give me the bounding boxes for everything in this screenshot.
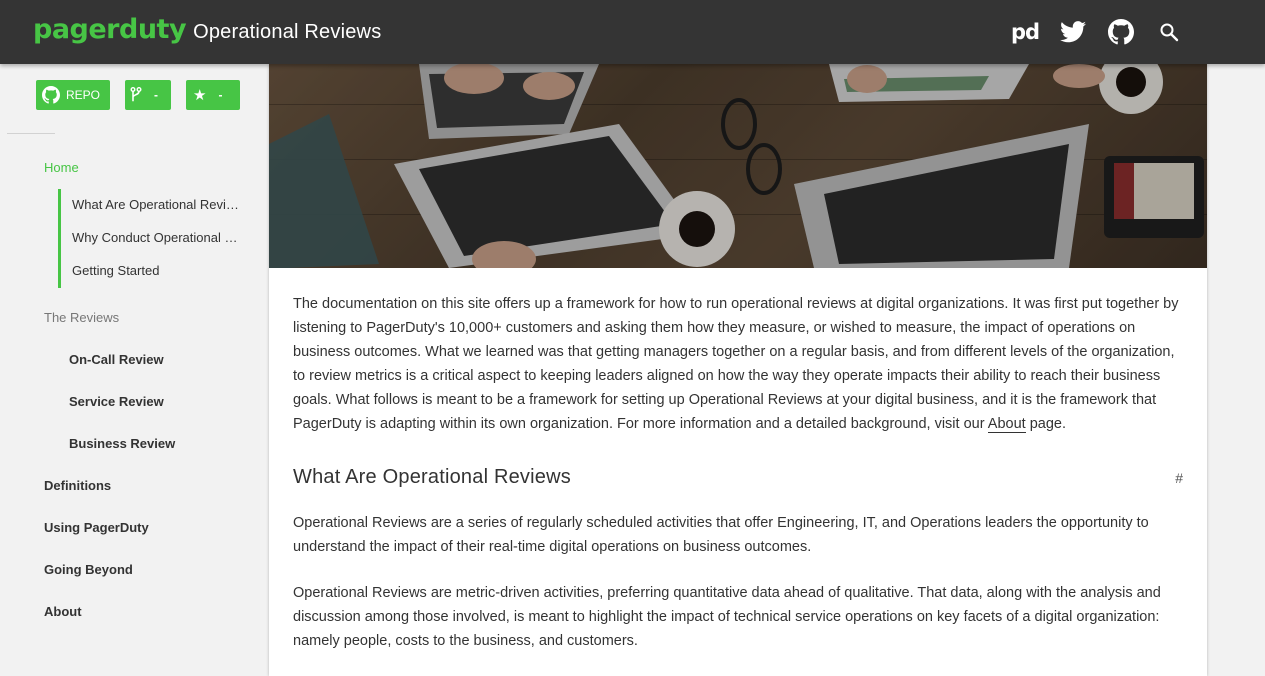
sidebar: REPO - ★ - Home What Are Operational Rev… (0, 64, 269, 676)
nav-home[interactable]: Home (44, 160, 79, 175)
section-heading-row: What Are Operational Reviews # (293, 466, 1183, 489)
star-count: - (218, 88, 223, 102)
fork-count: - (154, 88, 158, 102)
paragraph: Operational Reviews are metric-driven ac… (293, 585, 1161, 649)
nav-going-beyond[interactable]: Going Beyond (44, 562, 133, 577)
main-content: The documentation on this site offers up… (269, 64, 1207, 676)
repo-button[interactable]: REPO (36, 80, 110, 110)
github-icon (42, 86, 60, 104)
header-icons: pd (1009, 16, 1185, 48)
divider (7, 133, 55, 134)
top-bar: pagerduty Operational Reviews pd (0, 0, 1265, 64)
nav-using-pagerduty[interactable]: Using PagerDuty (44, 520, 149, 535)
section-heading: What Are Operational Reviews (293, 466, 571, 488)
toc-getting-started[interactable]: Getting Started (72, 263, 240, 278)
star-button[interactable]: ★ - (186, 80, 240, 110)
paragraph: Operational Reviews are a series of regu… (293, 515, 1149, 555)
pagerduty-logo[interactable]: pagerduty (33, 14, 187, 45)
twitter-icon[interactable] (1057, 16, 1089, 48)
intro-paragraph: The documentation on this site offers up… (293, 292, 1183, 436)
article: The documentation on this site offers up… (269, 268, 1207, 653)
nav-service-review[interactable]: Service Review (69, 394, 164, 409)
site-title[interactable]: Operational Reviews (193, 21, 381, 44)
star-icon: ★ (193, 87, 207, 104)
toc-what-are-operational-reviews[interactable]: What Are Operational Reviews (72, 197, 240, 212)
intro-text-end: page. (1025, 416, 1067, 432)
nav-business-review[interactable]: Business Review (69, 436, 175, 451)
pagerduty-icon[interactable]: pd (1009, 16, 1041, 48)
heading-anchor-link[interactable]: # (1175, 470, 1183, 486)
about-link[interactable]: About (987, 416, 1026, 433)
repo-label: REPO (66, 88, 101, 102)
toc-why-conduct-operational-reviews[interactable]: Why Conduct Operational Reviews (72, 230, 240, 245)
brand[interactable]: pagerduty Operational Reviews (33, 14, 381, 45)
fork-icon (130, 87, 142, 102)
search-icon[interactable] (1153, 16, 1185, 48)
fork-button[interactable]: - (125, 80, 171, 110)
toc-indicator (58, 189, 61, 288)
repo-badges: REPO - ★ - (36, 80, 240, 110)
intro-text: The documentation on this site offers up… (293, 296, 1179, 432)
hero-image (269, 64, 1207, 268)
nav-definitions[interactable]: Definitions (44, 478, 111, 493)
github-icon[interactable] (1105, 16, 1137, 48)
nav-about[interactable]: About (44, 604, 82, 619)
nav-on-call-review[interactable]: On-Call Review (69, 352, 164, 367)
nav-section-the-reviews[interactable]: The Reviews (44, 310, 119, 325)
